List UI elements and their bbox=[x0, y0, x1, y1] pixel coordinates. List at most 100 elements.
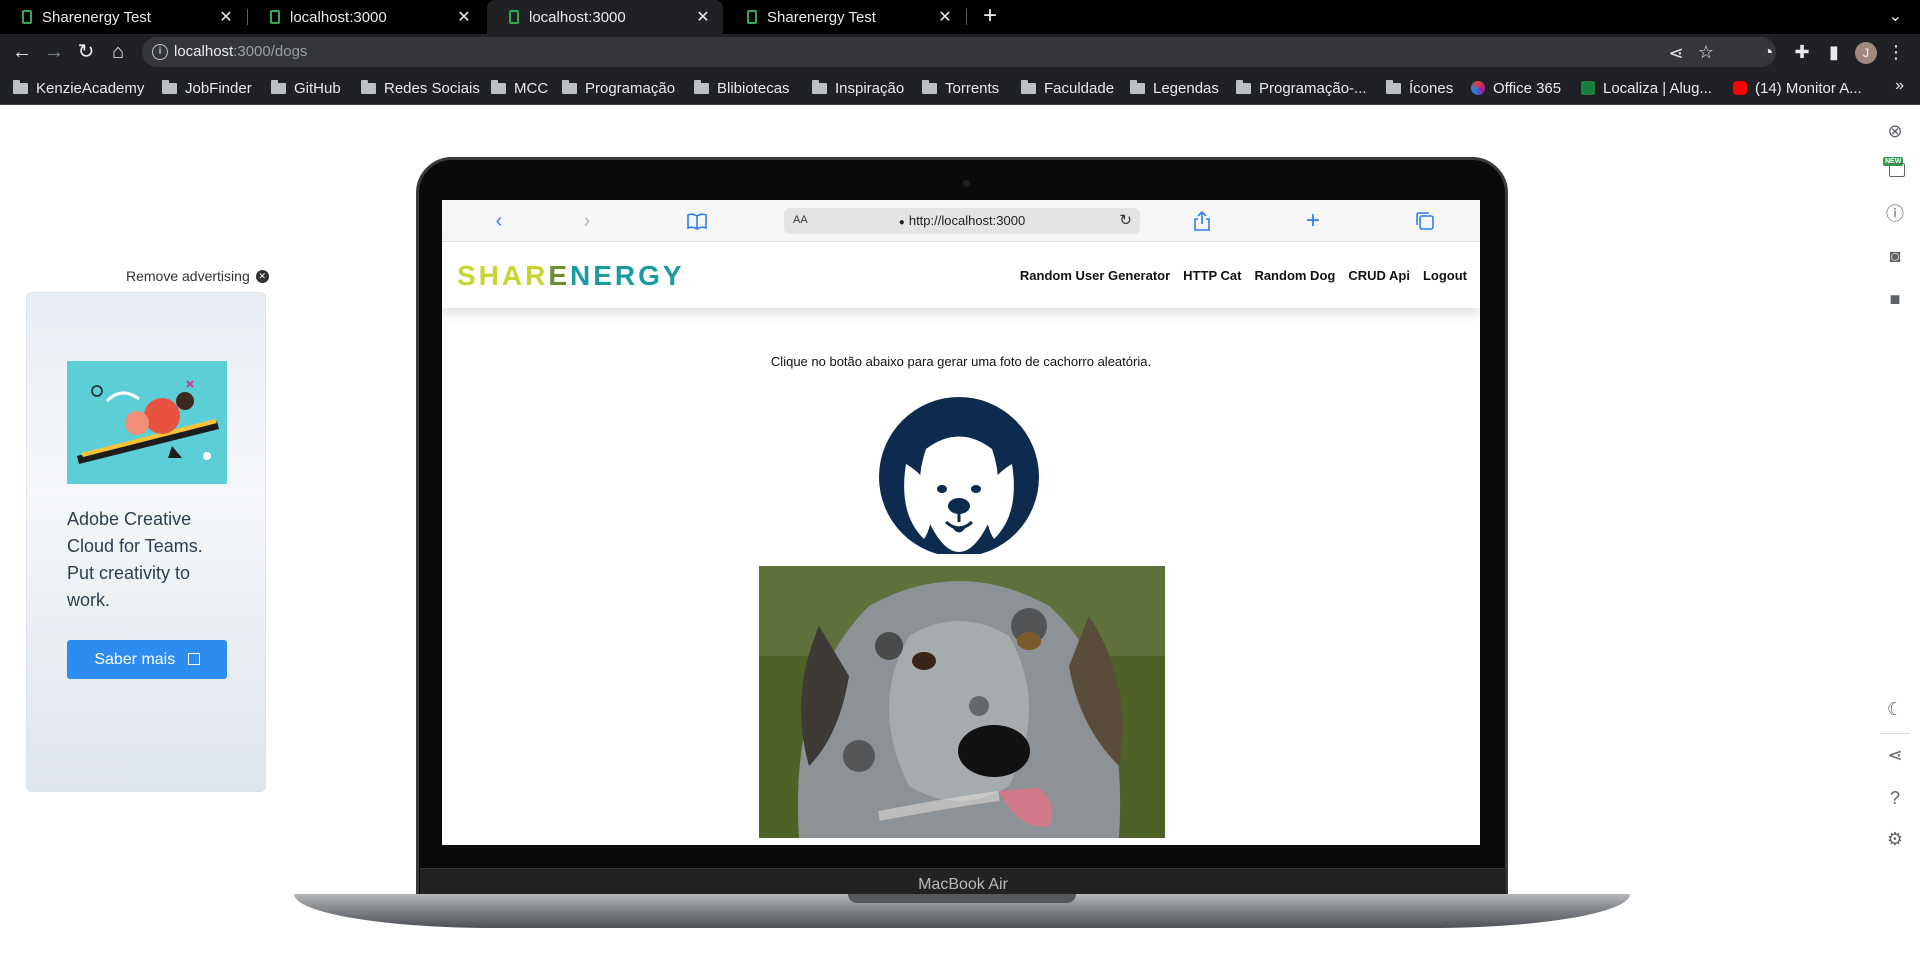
remove-advertising-label: Remove advertising bbox=[126, 268, 250, 284]
ad-illustration[interactable] bbox=[67, 361, 227, 484]
home-icon[interactable]: ⌂ bbox=[104, 38, 132, 66]
site-info-icon[interactable]: i bbox=[152, 44, 168, 60]
safari-share-icon[interactable] bbox=[1191, 210, 1213, 232]
bookmark-folder[interactable]: Ícones bbox=[1386, 78, 1453, 98]
new-feature-icon[interactable]: NEW bbox=[1883, 157, 1907, 181]
browser-menu-icon[interactable]: ⋮ bbox=[1884, 42, 1908, 62]
video-icon[interactable]: ■ bbox=[1883, 287, 1907, 311]
safari-back-icon[interactable]: ‹ bbox=[488, 210, 510, 232]
tab-favicon-icon bbox=[270, 10, 280, 24]
profile-avatar[interactable]: J bbox=[1855, 42, 1877, 64]
close-tab-icon[interactable]: ✕ bbox=[935, 7, 955, 27]
settings-gear-icon[interactable]: ⚙ bbox=[1883, 827, 1907, 851]
tab-localhost-1[interactable]: localhost:3000 ✕ bbox=[248, 0, 484, 34]
bookmark-star-icon[interactable]: ☆ bbox=[1694, 42, 1718, 62]
generate-dog-button[interactable] bbox=[876, 394, 1042, 560]
sharenergy-logo[interactable]: SHARENERGY bbox=[457, 260, 685, 292]
tab-localhost-active[interactable]: localhost:3000 ✕ bbox=[487, 0, 723, 34]
safari-address-bar[interactable]: AA ● http://localhost:3000 ↻ bbox=[784, 208, 1140, 234]
bookmark-label: MCC bbox=[514, 79, 549, 97]
bookmark-folder[interactable]: JobFinder bbox=[162, 78, 252, 98]
safari-reload-icon[interactable]: ↻ bbox=[1119, 211, 1132, 229]
bookmark-folder[interactable]: MCC bbox=[491, 78, 548, 98]
tab-favicon-icon bbox=[22, 10, 32, 24]
tab-favicon-icon bbox=[509, 10, 519, 24]
bookmark-folder[interactable]: Programação bbox=[562, 78, 675, 98]
browser-toolbar: ← → ↻ ⌂ i localhost:3000/dogs ⋖ ☆ ◔ ✚ ▮ … bbox=[0, 34, 1920, 71]
bookmark-label: Programação-... bbox=[1259, 79, 1367, 97]
remove-advertising-link[interactable]: Remove advertising ✕ bbox=[126, 268, 269, 284]
safari-url-wrap: ● http://localhost:3000 bbox=[784, 213, 1140, 228]
share-nodes-icon[interactable]: ⋖ bbox=[1883, 743, 1907, 767]
bookmark-office-365[interactable]: Office 365 bbox=[1471, 78, 1561, 98]
close-tab-icon[interactable]: ✕ bbox=[693, 7, 713, 27]
bookmark-localiza[interactable]: Localiza | Alug... bbox=[1581, 78, 1712, 98]
back-arrow-icon[interactable]: ← bbox=[8, 38, 36, 66]
tab-sharenergy-2[interactable]: Sharenergy Test ✕ bbox=[725, 0, 965, 34]
tab-sharenergy-1[interactable]: Sharenergy Test ✕ bbox=[0, 0, 246, 34]
folder-icon bbox=[13, 79, 28, 94]
logo-part-2: E bbox=[548, 260, 571, 291]
nav-http-cat[interactable]: HTTP Cat bbox=[1183, 268, 1241, 283]
advertisement-panel[interactable]: Adobe Creative Cloud for Teams. Put crea… bbox=[26, 292, 266, 792]
camera-icon[interactable]: ◙ bbox=[1883, 244, 1907, 268]
forward-arrow-icon[interactable]: → bbox=[40, 38, 68, 66]
extension-icon[interactable]: ◔ bbox=[1756, 42, 1780, 62]
safari-tabs-icon[interactable] bbox=[1414, 210, 1436, 232]
extensions-puzzle-icon[interactable]: ✚ bbox=[1790, 42, 1814, 62]
bookmark-folder[interactable]: Faculdade bbox=[1021, 78, 1114, 98]
bookmark-label: GitHub bbox=[294, 79, 341, 97]
tab-search-chevron-icon[interactable]: ⌄ bbox=[1889, 6, 1902, 26]
url-path: :3000/dogs bbox=[233, 43, 308, 60]
nav-random-dog[interactable]: Random Dog bbox=[1254, 268, 1335, 283]
close-tab-icon[interactable]: ✕ bbox=[216, 7, 236, 27]
bookmark-label: Redes Sociais bbox=[384, 79, 480, 97]
folder-icon bbox=[922, 79, 937, 94]
safari-forward-icon[interactable]: › bbox=[576, 210, 598, 232]
bookmark-folder[interactable]: Programação-... bbox=[1236, 78, 1367, 98]
nav-crud-api[interactable]: CRUD Api bbox=[1348, 268, 1410, 283]
safari-bookmarks-icon[interactable] bbox=[686, 210, 708, 232]
bookmark-label: Blibiotecas bbox=[717, 79, 790, 97]
help-icon[interactable]: ? bbox=[1883, 786, 1907, 810]
close-circle-icon[interactable]: ✕ bbox=[255, 269, 269, 283]
bookmark-label: Ícones bbox=[1409, 79, 1454, 97]
info-icon[interactable]: ⓘ bbox=[1883, 202, 1907, 226]
nav-random-user-generator[interactable]: Random User Generator bbox=[1020, 268, 1170, 283]
laptop-notch bbox=[848, 894, 1076, 903]
bookmark-label: Inspiração bbox=[835, 79, 905, 97]
side-divider bbox=[1880, 733, 1910, 734]
ad-text: Adobe Creative Cloud for Teams. Put crea… bbox=[67, 509, 203, 610]
saber-mais-button[interactable]: Saber mais bbox=[67, 640, 227, 679]
tabs-glyph bbox=[1416, 212, 1434, 230]
close-tab-icon[interactable]: ✕ bbox=[454, 7, 474, 27]
close-panel-icon[interactable]: ⊗ bbox=[1883, 119, 1907, 143]
bookmark-folder[interactable]: Torrents bbox=[922, 78, 999, 98]
new-tab-icon[interactable]: + bbox=[975, 0, 1005, 34]
bookmark-label: (14) Monitor A... bbox=[1755, 79, 1862, 97]
tab-title: localhost:3000 bbox=[290, 8, 387, 26]
more-bookmarks-icon[interactable]: » bbox=[1895, 77, 1904, 95]
bookmark-label: Localiza | Alug... bbox=[1603, 79, 1712, 97]
lock-icon: ● bbox=[898, 217, 905, 228]
folder-icon bbox=[491, 79, 506, 94]
bookmark-folder[interactable]: Redes Sociais bbox=[361, 78, 480, 98]
share-glyph bbox=[1194, 210, 1210, 231]
folder-icon bbox=[812, 79, 827, 94]
bookmark-folder[interactable]: Inspiração bbox=[812, 78, 904, 98]
address-bar[interactable]: i localhost:3000/dogs ⋖ ☆ bbox=[142, 37, 1776, 67]
side-panel-icon[interactable]: ▮ bbox=[1822, 42, 1846, 62]
bookmark-label: JobFinder bbox=[185, 79, 252, 97]
bookmark-folder[interactable]: KenzieAcademy bbox=[13, 78, 144, 98]
bookmark-folder[interactable]: GitHub bbox=[271, 78, 341, 98]
address-url[interactable]: localhost:3000/dogs bbox=[174, 43, 307, 60]
bookmark-folder[interactable]: Blibiotecas bbox=[694, 78, 790, 98]
reload-icon[interactable]: ↻ bbox=[72, 38, 100, 66]
dark-mode-moon-icon[interactable]: ☾ bbox=[1883, 697, 1907, 721]
safari-new-tab-icon[interactable]: + bbox=[1302, 209, 1324, 233]
share-icon[interactable]: ⋖ bbox=[1664, 43, 1688, 63]
bookmark-youtube[interactable]: (14) Monitor A... bbox=[1733, 78, 1862, 98]
nav-logout[interactable]: Logout bbox=[1423, 268, 1467, 283]
bookmark-folder[interactable]: Legendas bbox=[1130, 78, 1219, 98]
camera-dot bbox=[963, 180, 970, 187]
